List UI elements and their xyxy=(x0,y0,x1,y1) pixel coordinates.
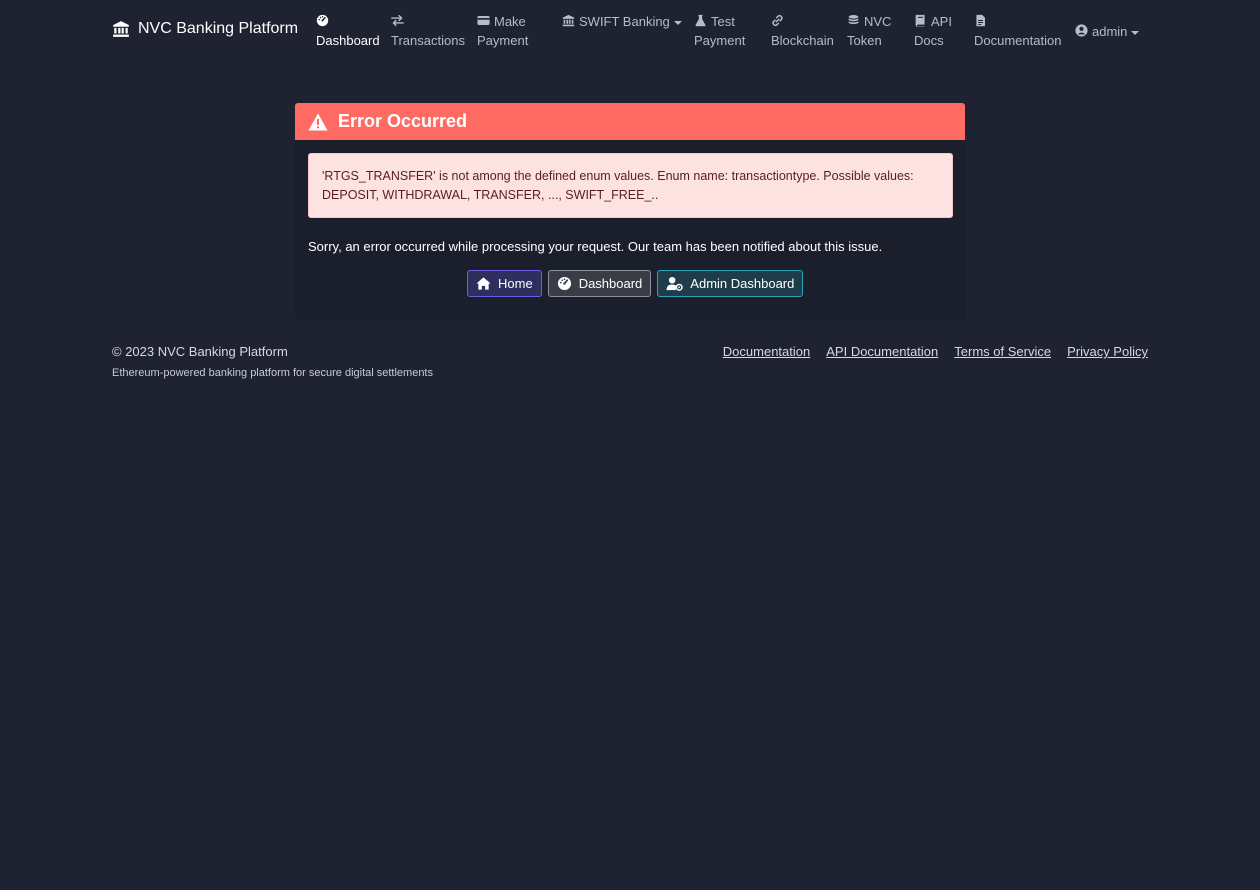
error-detail-alert: 'RTGS_TRANSFER' is not among the defined… xyxy=(308,153,953,218)
nav-swift-banking-label: SWIFT Banking xyxy=(579,14,670,29)
admin-dashboard-button-label: Admin Dashboard xyxy=(690,276,795,291)
tachometer-icon xyxy=(316,14,329,27)
dashboard-button[interactable]: Dashboard xyxy=(547,270,652,297)
footer-copyright: © 2023 NVC Banking Platform xyxy=(112,344,288,359)
error-card: Error Occurred 'RTGS_TRANSFER' is not am… xyxy=(295,103,965,320)
footer-tagline: Ethereum-powered banking platform for se… xyxy=(112,367,433,379)
bank-icon xyxy=(562,14,575,27)
exchange-icon xyxy=(391,14,404,27)
footer-link-privacy[interactable]: Privacy Policy xyxy=(1067,344,1148,359)
nav-dashboard[interactable]: Dashboard xyxy=(316,12,380,50)
error-title: Error Occurred xyxy=(338,111,468,131)
nav-transactions-label: Transactions xyxy=(391,33,465,48)
nav-make-payment[interactable]: Make Payment xyxy=(477,12,528,50)
warning-icon xyxy=(308,113,328,130)
error-card-header: Error Occurred xyxy=(295,103,965,140)
user-menu[interactable]: admin xyxy=(1075,22,1140,41)
user-cog-icon xyxy=(666,276,684,291)
home-icon xyxy=(476,277,491,290)
tachometer-icon xyxy=(557,276,571,291)
nav-api-docs[interactable]: API Docs xyxy=(914,12,952,50)
coins-icon xyxy=(847,14,860,27)
nav-nvc-token[interactable]: NVC Token xyxy=(847,12,891,50)
file-icon xyxy=(974,14,987,27)
brand-name: NVC Banking Platform xyxy=(138,20,299,37)
error-message: Sorry, an error occurred while processin… xyxy=(308,239,883,254)
nav-documentation[interactable]: Documentation xyxy=(974,12,1061,50)
chevron-down-icon xyxy=(673,20,682,25)
credit-card-icon xyxy=(477,14,490,27)
footer-links: Documentation API Documentation Terms of… xyxy=(723,344,1148,359)
footer-link-terms[interactable]: Terms of Service xyxy=(954,344,1051,359)
nav-documentation-label: Documentation xyxy=(974,33,1062,48)
nav-test-payment-line2: Payment xyxy=(694,33,746,48)
nav-test-payment-line1: Test xyxy=(711,14,735,29)
top-navbar: NVC Banking Platform Dashboard Transacti… xyxy=(0,0,1260,62)
nav-api-docs-line2: Docs xyxy=(914,33,944,48)
error-actions: Home Dashboard Admin Dashboard xyxy=(467,270,804,297)
nav-swift-banking[interactable]: SWIFT Banking xyxy=(562,12,682,31)
nav-api-docs-line1: API xyxy=(931,14,952,29)
home-button[interactable]: Home xyxy=(467,270,542,297)
nav-make-payment-line1: Make xyxy=(494,14,526,29)
nav-test-payment[interactable]: Test Payment xyxy=(694,12,745,50)
dashboard-button-label: Dashboard xyxy=(578,276,643,291)
bank-icon xyxy=(113,21,129,37)
footer-link-documentation[interactable]: Documentation xyxy=(723,344,810,359)
user-name: admin xyxy=(1092,24,1128,39)
nav-blockchain[interactable]: Blockchain xyxy=(771,12,834,50)
link-icon xyxy=(771,14,784,27)
nav-nvc-token-line1: NVC xyxy=(864,14,892,29)
nav-transactions[interactable]: Transactions xyxy=(391,12,465,50)
nav-blockchain-label: Blockchain xyxy=(771,33,834,48)
chevron-down-icon xyxy=(1131,30,1140,35)
book-icon xyxy=(914,14,927,27)
nav-make-payment-line2: Payment xyxy=(477,33,529,48)
brand-link[interactable]: NVC Banking Platform xyxy=(112,20,298,38)
admin-dashboard-button[interactable]: Admin Dashboard xyxy=(657,270,804,297)
home-button-label: Home xyxy=(498,276,533,291)
flask-icon xyxy=(694,14,707,27)
user-circle-icon xyxy=(1075,24,1088,37)
nav-dashboard-label: Dashboard xyxy=(316,33,380,48)
footer-link-api-documentation[interactable]: API Documentation xyxy=(826,344,938,359)
nav-nvc-token-line2: Token xyxy=(847,33,882,48)
